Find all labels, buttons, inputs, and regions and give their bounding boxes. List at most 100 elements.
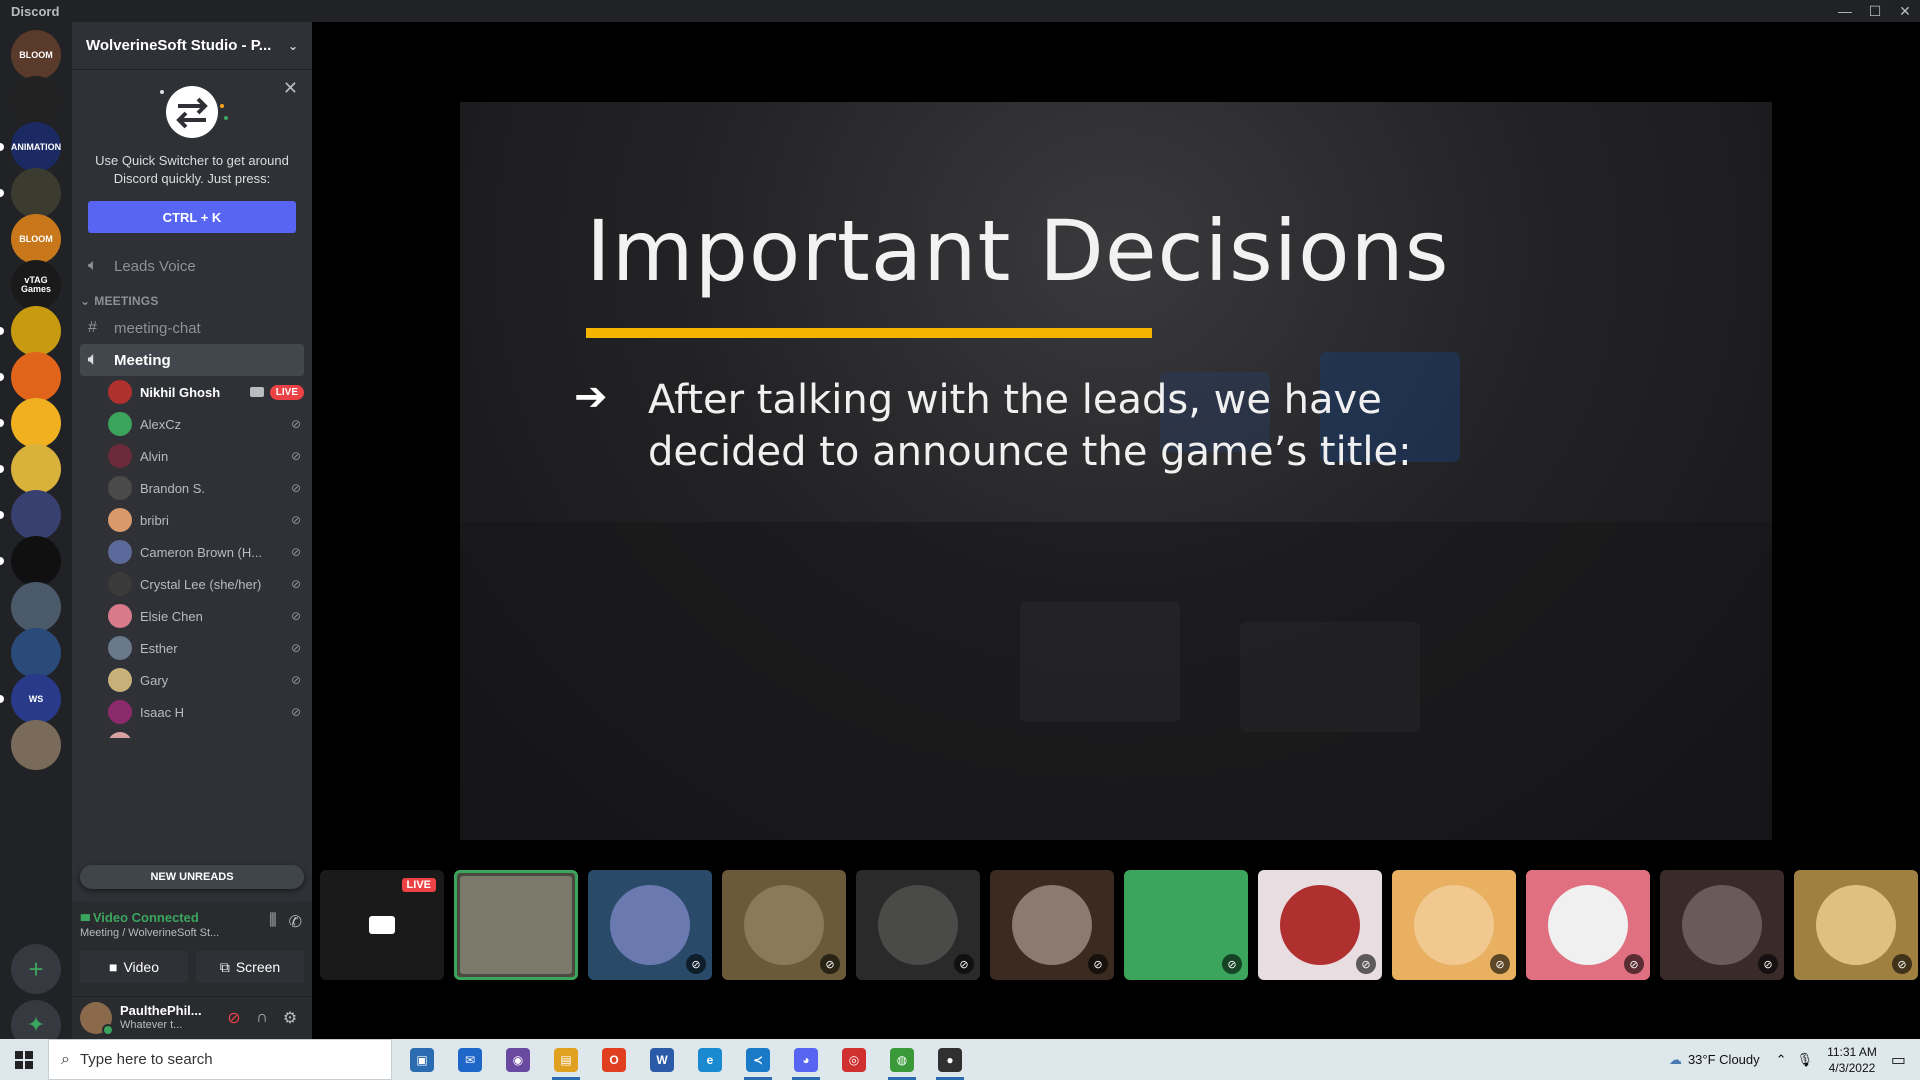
voice-user[interactable]: Esther ⊘ <box>108 632 304 664</box>
server-icon[interactable] <box>11 536 61 586</box>
chevron-down-icon: ⌄ <box>80 294 91 308</box>
taskbar-app-mail[interactable]: ✉ <box>446 1039 494 1080</box>
taskbar-search[interactable]: ⌕ Type here to search <box>48 1039 392 1080</box>
weather-icon[interactable]: ☁ <box>1669 1052 1682 1068</box>
channel-leads-voice[interactable]: 🔈︎ Leads Voice <box>80 250 304 282</box>
participant-tile[interactable]: ⊘ <box>722 870 846 980</box>
participant-tile[interactable]: ⊘ <box>588 870 712 980</box>
participant-tile[interactable]: ⊘ <box>1124 870 1248 980</box>
guild-header[interactable]: WolverineSoft Studio - P... ⌄ <box>72 22 312 70</box>
camera-icon <box>249 387 264 397</box>
notifications-icon[interactable]: ▭ <box>1891 1050 1906 1070</box>
voice-user[interactable]: Jacky001 ⊘ <box>108 728 304 738</box>
username: PaulthePhil... <box>120 1003 202 1018</box>
maximize-button[interactable]: ☐ <box>1860 0 1890 22</box>
server-icon[interactable] <box>11 720 61 770</box>
server-icon[interactable] <box>11 490 61 540</box>
voice-user[interactable]: Alvin ⊘ <box>108 440 304 472</box>
voice-user-name: bribri <box>140 512 169 528</box>
avatar <box>108 572 132 596</box>
screen-share-slide[interactable]: Important Decisions ➔ After talking with… <box>460 102 1772 840</box>
server-icon[interactable] <box>11 76 61 126</box>
category-meetings[interactable]: ⌄ MEETINGS <box>72 282 312 312</box>
voice-user-name: Alvin <box>140 448 169 464</box>
speaker-icon: 🔈︎ <box>88 351 98 368</box>
taskbar-app-obs[interactable]: ● <box>926 1039 974 1080</box>
taskbar-app-store[interactable]: ▣ <box>398 1039 446 1080</box>
participant-tile[interactable]: ⊘ <box>1660 870 1784 980</box>
taskbar-app-app[interactable]: ◎ <box>830 1039 878 1080</box>
video-button[interactable]: ■ Video <box>80 951 188 983</box>
participant-tile[interactable] <box>454 870 578 980</box>
channel-meeting[interactable]: 🔈︎ Meeting <box>80 344 304 376</box>
voice-user-name: Nikhil Ghosh <box>140 384 221 400</box>
participant-tile[interactable]: ⊘ <box>856 870 980 980</box>
taskbar-app-files[interactable]: ▤ <box>542 1039 590 1080</box>
participant-tile[interactable]: ⊘ <box>990 870 1114 980</box>
taskbar-app-chrome[interactable]: ◍ <box>878 1039 926 1080</box>
server-icon[interactable]: BLOOM <box>11 30 61 80</box>
avatar <box>108 444 132 468</box>
participant-tile[interactable]: ⊘ <box>1526 870 1650 980</box>
noise-suppression-icon[interactable]: ⫼ <box>269 912 276 932</box>
minimize-button[interactable]: — <box>1830 0 1860 22</box>
chrome-icon: ◍ <box>890 1047 914 1072</box>
taskbar-app-github[interactable]: ◉ <box>494 1039 542 1080</box>
live-badge: LIVE <box>269 384 304 400</box>
clock[interactable]: 11:31 AM 4/3/2022 <box>1827 1044 1877 1076</box>
headphones-icon[interactable]: ∩ <box>248 1009 276 1027</box>
microphone-muted-icon[interactable]: ⊘ <box>220 1008 248 1028</box>
camera-icon: ■ <box>108 959 118 975</box>
chevron-up-icon[interactable]: ⌃ <box>1776 1052 1787 1068</box>
server-icon[interactable]: BLOOM <box>11 214 61 264</box>
server-icon[interactable]: WS <box>11 674 61 724</box>
channel-meeting-chat[interactable]: # meeting-chat <box>80 312 304 344</box>
taskbar-app-discord[interactable]: ◕ <box>782 1039 830 1080</box>
participant-tile[interactable]: ⊘ <box>1392 870 1516 980</box>
gear-icon[interactable]: ⚙ <box>276 1008 304 1028</box>
server-icon[interactable]: ANIMATION <box>11 122 61 172</box>
voice-user[interactable]: Gary ⊘ <box>108 664 304 696</box>
voice-user[interactable]: Crystal Lee (she/her) ⊘ <box>108 568 304 600</box>
server-icon[interactable]: vTAG Games <box>11 260 61 310</box>
server-icon[interactable] <box>11 628 61 678</box>
taskbar-app-edge[interactable]: e <box>686 1039 734 1080</box>
participant-tile[interactable]: ⊘ <box>1794 870 1918 980</box>
avatar <box>1414 885 1494 965</box>
voice-user-name: Esther <box>140 640 178 656</box>
server-icon[interactable] <box>11 306 61 356</box>
muted-icon: ⊘ <box>290 481 302 495</box>
taskbar-app-word[interactable]: W <box>638 1039 686 1080</box>
participant-tile[interactable]: LIVE <box>320 870 444 980</box>
weather[interactable]: 33°F Cloudy <box>1688 1052 1760 1067</box>
server-icon[interactable] <box>11 398 61 448</box>
muted-icon: ⊘ <box>288 737 304 738</box>
server-icon[interactable] <box>11 352 61 402</box>
voice-user[interactable]: Nikhil Ghosh LIVE <box>108 376 304 408</box>
server-icon[interactable] <box>11 582 61 632</box>
server-icon[interactable] <box>11 168 61 218</box>
voice-user[interactable]: Brandon S. ⊘ <box>108 472 304 504</box>
title-bar: Discord — ☐ ✕ <box>0 0 1920 22</box>
participant-tile[interactable]: ⊘ <box>1258 870 1382 980</box>
new-unreads-button[interactable]: NEW UNREADS <box>80 865 304 889</box>
voice-user[interactable]: Cameron Brown (H... ⊘ <box>108 536 304 568</box>
start-button[interactable] <box>0 1039 48 1080</box>
taskbar-app-office[interactable]: O <box>590 1039 638 1080</box>
quick-switcher-shortcut-button[interactable]: CTRL + K <box>88 201 296 233</box>
voice-user[interactable]: bribri ⊘ <box>108 504 304 536</box>
taskbar-app-vscode[interactable]: ≺ <box>734 1039 782 1080</box>
vscode-icon: ≺ <box>746 1047 770 1072</box>
close-window-button[interactable]: ✕ <box>1890 0 1920 22</box>
close-icon[interactable]: ✕ <box>283 78 298 99</box>
microphone-icon[interactable]: 🎙︎ <box>1797 1052 1814 1068</box>
add-server-button[interactable]: + <box>11 944 61 994</box>
avatar[interactable] <box>80 1002 114 1036</box>
voice-user[interactable]: AlexCz ⊘ <box>108 408 304 440</box>
server-icon[interactable] <box>11 444 61 494</box>
screen-share-button[interactable]: ⧉ Screen <box>196 951 304 983</box>
voice-user[interactable]: Elsie Chen ⊘ <box>108 600 304 632</box>
unread-indicator <box>0 465 4 473</box>
voice-user[interactable]: Isaac H ⊘ <box>108 696 304 728</box>
disconnect-icon[interactable]: ✆ <box>289 912 302 932</box>
